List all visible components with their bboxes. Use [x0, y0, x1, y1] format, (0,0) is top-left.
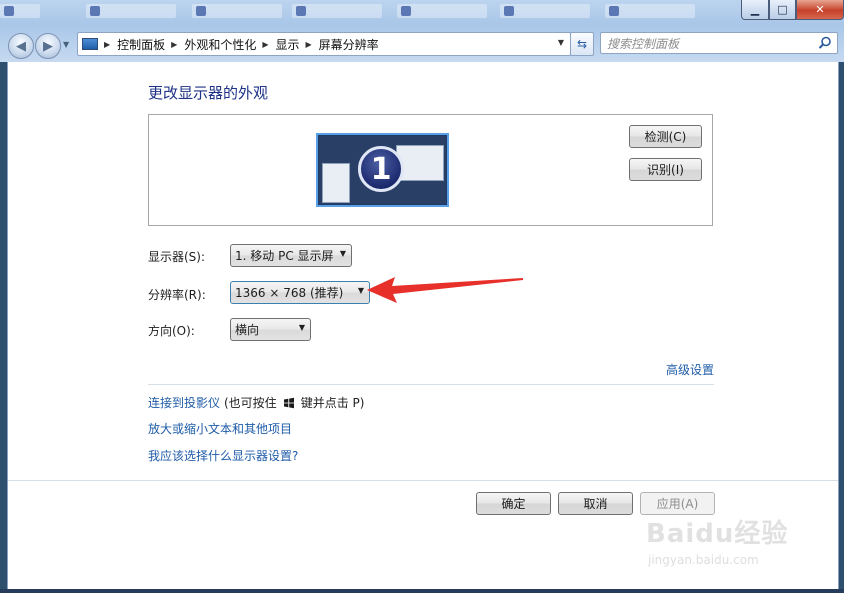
watermark-logo: Baidu经验	[646, 519, 789, 549]
control-panel-icon	[82, 38, 98, 50]
maximize-button[interactable]: □	[769, 0, 796, 20]
recent-pages-dropdown[interactable]: ▼	[63, 40, 73, 52]
search-icon[interactable]	[817, 35, 833, 51]
address-history-dropdown-icon[interactable]: ▼	[558, 38, 564, 47]
divider	[148, 384, 714, 385]
breadcrumb-separator-icon[interactable]: ▶	[306, 40, 312, 49]
projector-hint-text: (也可按住	[224, 396, 277, 410]
connect-projector-link[interactable]: 连接到投影仪	[148, 394, 220, 411]
watermark: Baidu经验 jingyan.baidu.com	[640, 495, 840, 575]
ghost-tab	[192, 4, 282, 18]
window-controls: ▁ □ ✕	[741, 0, 844, 20]
display-label: 显示器(S):	[148, 250, 206, 264]
back-arrow-icon: ◀	[16, 38, 26, 54]
title-bar: ▁ □ ✕ ◀ ▶ ▼ ▶ 控制面板 ▶ 外观和个性化 ▶ 显示 ▶ 屏幕分辨率…	[0, 0, 844, 62]
orientation-select-value: 横向	[235, 323, 260, 337]
search-input[interactable]	[605, 34, 809, 54]
monitor-preview-area: 1 检测(C) 识别(I)	[148, 114, 713, 226]
monitor-number-badge: 1	[358, 146, 404, 192]
ghost-tab	[605, 4, 695, 18]
windows-key-icon	[283, 397, 294, 408]
maximize-icon: □	[777, 3, 788, 16]
search-box[interactable]	[600, 32, 838, 54]
thumbnail-window-graphic	[322, 163, 350, 203]
back-button[interactable]: ◀	[8, 33, 34, 59]
ghost-tab	[292, 4, 382, 18]
identify-button[interactable]: 识别(I)	[629, 158, 702, 181]
orientation-label: 方向(O):	[148, 324, 195, 338]
chevron-down-icon: ▼	[357, 286, 364, 295]
resolution-select-value: 1366 × 768 (推荐)	[235, 286, 344, 300]
divider	[8, 480, 838, 481]
breadcrumb-item[interactable]: 外观和个性化	[184, 36, 256, 53]
breadcrumb-item[interactable]: 显示	[276, 36, 300, 53]
chevron-down-icon: ▼	[298, 323, 305, 332]
ghost-tab	[0, 4, 40, 18]
window-bottom-edge	[0, 589, 844, 593]
forward-button[interactable]: ▶	[35, 33, 61, 59]
projector-hint-text: 键并点击 P)	[300, 396, 365, 410]
text-size-link[interactable]: 放大或缩小文本和其他项目	[148, 420, 292, 437]
breadcrumb-separator-icon[interactable]: ▶	[171, 40, 177, 49]
display-settings-help-link[interactable]: 我应该选择什么显示器设置?	[148, 447, 298, 464]
breadcrumb-separator-icon[interactable]: ▶	[104, 40, 110, 49]
forward-arrow-icon: ▶	[43, 38, 53, 54]
taskbar-ghost-strip	[0, 0, 740, 24]
detect-button[interactable]: 检测(C)	[629, 125, 702, 148]
breadcrumb-separator-icon[interactable]: ▶	[262, 40, 268, 49]
ghost-tab	[500, 4, 590, 18]
minimize-button[interactable]: ▁	[741, 0, 769, 20]
orientation-select[interactable]: 横向 ▼	[230, 318, 311, 341]
chevron-down-icon: ▼	[63, 40, 70, 49]
close-button[interactable]: ✕	[796, 0, 844, 20]
breadcrumb-item[interactable]: 屏幕分辨率	[319, 36, 379, 53]
annotation-arrow	[367, 277, 523, 303]
minimize-icon: ▁	[750, 3, 760, 16]
monitor-thumbnail[interactable]: 1	[316, 133, 449, 207]
ok-button[interactable]: 确定	[476, 492, 551, 515]
display-select[interactable]: 1. 移动 PC 显示屏 ▼	[230, 244, 352, 267]
ghost-tab	[397, 4, 487, 18]
advanced-settings-link[interactable]: 高级设置	[666, 361, 714, 378]
refresh-icon: ⇆	[576, 37, 588, 51]
resolution-select[interactable]: 1366 × 768 (推荐) ▼	[230, 281, 370, 304]
address-bar[interactable]: ▶ 控制面板 ▶ 外观和个性化 ▶ 显示 ▶ 屏幕分辨率 ▼	[77, 32, 571, 56]
display-select-value: 1. 移动 PC 显示屏	[235, 249, 334, 263]
resolution-label: 分辨率(R):	[148, 288, 206, 302]
close-icon: ✕	[815, 3, 825, 16]
cancel-button[interactable]: 取消	[558, 492, 633, 515]
page-title: 更改显示器的外观	[148, 84, 269, 102]
watermark-url: jingyan.baidu.com	[648, 553, 759, 567]
chevron-down-icon: ▼	[339, 249, 346, 258]
ghost-tab	[86, 4, 176, 18]
projector-hint: (也可按住 键并点击 P)	[224, 394, 364, 411]
refresh-button[interactable]: ⇆	[570, 32, 594, 56]
breadcrumb-item[interactable]: 控制面板	[117, 36, 165, 53]
